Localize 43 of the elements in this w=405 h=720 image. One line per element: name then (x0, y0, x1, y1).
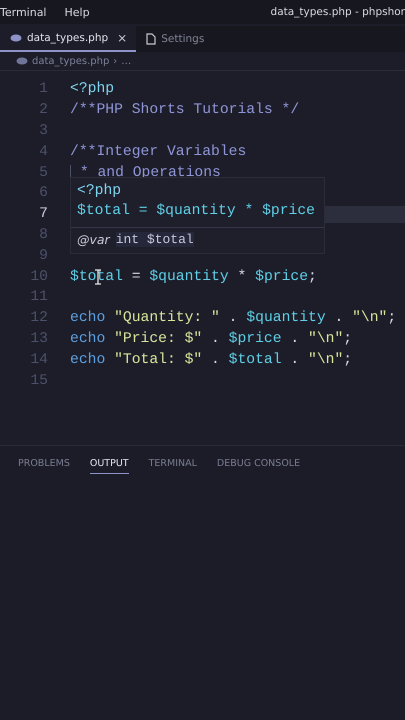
code-line: <?php (70, 81, 114, 98)
code-line: /**Integer Variables (70, 144, 246, 160)
php-file-icon (10, 34, 22, 42)
line-number: 5 (38, 164, 48, 181)
editor-tab[interactable]: Settings (136, 26, 214, 52)
panel-tab[interactable]: TERMINAL (148, 458, 197, 474)
line-number: 11 (29, 289, 48, 306)
tab-label: data_types.php (27, 32, 108, 44)
file-icon (146, 33, 156, 45)
menu-item[interactable]: Help (64, 6, 98, 18)
popup-code-line: $total = $quantity * $price (77, 202, 316, 221)
panel-tab[interactable]: DEBUG CONSOLE (216, 458, 300, 474)
panel-tab[interactable]: OUTPUT (90, 458, 129, 474)
doc-tag: @var (77, 232, 110, 247)
code-line: echo "Quantity: " . $quantity . "\n"; (70, 310, 396, 326)
line-number: 13 (29, 330, 48, 347)
breadcrumb-separator: › (113, 56, 118, 66)
breadcrumb-item[interactable]: … (121, 56, 132, 66)
editor-tab[interactable]: data_types.php × (0, 26, 136, 52)
tab-label: Settings (161, 33, 204, 45)
line-number: 12 (29, 310, 48, 326)
panel-tab[interactable]: PROBLEMS (18, 458, 70, 474)
line-number: 9 (38, 248, 48, 264)
php-file-icon (16, 57, 28, 65)
line-number: 4 (38, 144, 48, 160)
close-icon[interactable]: × (117, 31, 128, 45)
code-line: echo "Total: $" . $total . "\n"; (70, 352, 352, 368)
line-number: 10 (29, 268, 48, 285)
doc-text: int $total (116, 232, 194, 247)
line-number: 15 (29, 372, 48, 389)
line-number: 14 (29, 352, 48, 368)
line-number: 7 (38, 206, 48, 222)
popup-code-line: <?php (77, 182, 122, 201)
breadcrumb-item[interactable]: data_types.php (32, 56, 110, 66)
line-number: 1 (38, 81, 48, 98)
code-line: /**PHP Shorts Tutorials */ (70, 102, 300, 118)
menu-item[interactable]: Terminal (0, 6, 54, 18)
line-number: 3 (38, 122, 48, 139)
line-number: 8 (38, 226, 48, 243)
window-title: data_types.php - phpshor (270, 6, 405, 18)
line-number: 2 (38, 102, 48, 118)
line-number: 6 (38, 185, 48, 202)
code-line: echo "Price: $" . $price . "\n"; (70, 330, 352, 347)
